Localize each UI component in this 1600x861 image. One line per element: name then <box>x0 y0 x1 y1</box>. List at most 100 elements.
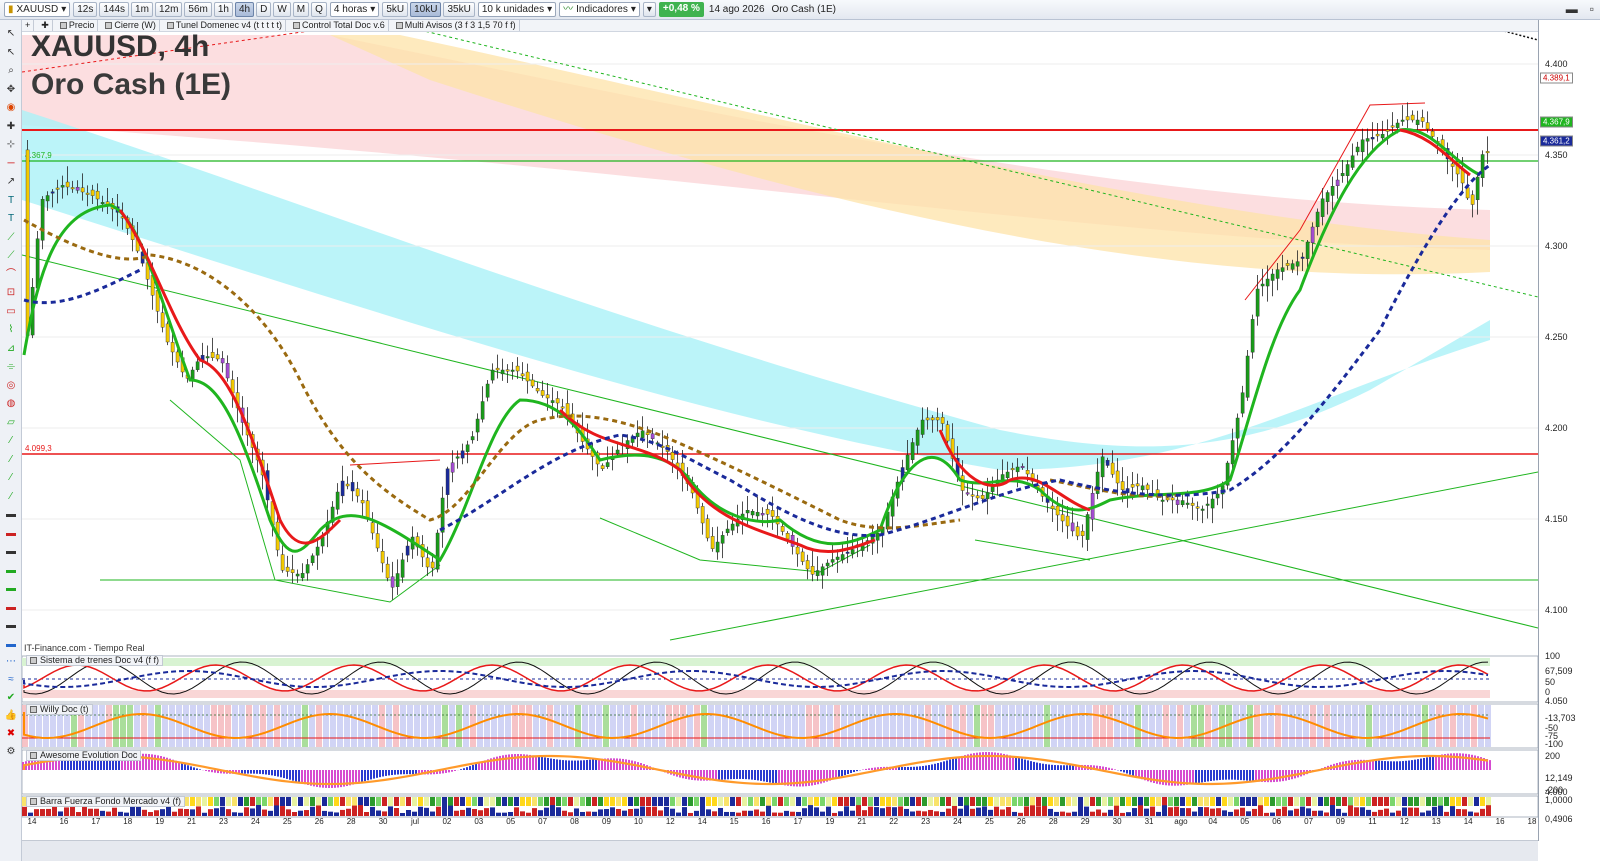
drawing-tool-icon-19[interactable]: ◎ <box>4 380 18 392</box>
candle-body <box>380 551 385 564</box>
panel-tool-icon-1[interactable]: ≈ <box>4 674 18 686</box>
drawing-tool-icon-0[interactable]: ↖ <box>4 28 18 40</box>
maximize-icon[interactable]: ▫ <box>1590 2 1594 16</box>
panel3-bar <box>1024 759 1026 770</box>
panel1-label[interactable]: Sistema de trenes Doc v4 (f f) <box>26 655 164 666</box>
drawing-tool-icon-12[interactable]: ⟋ <box>4 250 18 262</box>
drawing-tool-icon-9[interactable]: T <box>4 195 18 207</box>
drawing-tool-icon-3[interactable]: ✥ <box>4 84 18 96</box>
panel4-bar-top <box>988 797 993 806</box>
timeframe-button-9[interactable]: M <box>292 2 310 17</box>
drawing-tool-icon-33[interactable]: ▬ <box>4 639 18 651</box>
panel-tool-icon-5[interactable]: ⚙ <box>4 746 18 758</box>
drawing-tool-icon-8[interactable]: ↗ <box>4 176 18 188</box>
panel3-bar <box>982 752 984 770</box>
timeframe-button-6[interactable]: 4h <box>234 2 255 17</box>
timeframe-button-10[interactable]: Q <box>311 2 327 17</box>
candle-body <box>1195 506 1200 509</box>
panel3-bar <box>184 764 186 770</box>
drawing-tool-icon-27[interactable]: ▬ <box>4 528 18 540</box>
panel3-bar <box>571 760 573 770</box>
drawing-tool-icon-21[interactable]: ▱ <box>4 417 18 429</box>
panel-tool-icon-2[interactable]: ✔ <box>4 692 18 704</box>
panel-tool-icon-0[interactable]: ⋯ <box>4 656 18 668</box>
panel3-bar <box>364 770 366 782</box>
unit-button-1[interactable]: 10kU <box>410 2 442 17</box>
panel3-bar <box>370 770 372 780</box>
timeframe-button-8[interactable]: W <box>273 2 291 17</box>
panel4-bar-top <box>1090 797 1095 806</box>
drawing-tool-icon-13[interactable]: ⌒ <box>4 269 18 281</box>
panel4-bar-top <box>1330 797 1335 806</box>
timeframe-button-1[interactable]: 144s <box>99 2 130 17</box>
timeframe-button-5[interactable]: 1h <box>213 2 233 17</box>
extra-options-button[interactable]: ▾ <box>642 2 656 17</box>
trend-line-up[interactable] <box>669 471 1538 641</box>
date-label: 28 <box>346 817 356 826</box>
layer-item-alerts[interactable]: Multi Avisos (3 f 3 1,5 70 f f) <box>393 20 520 31</box>
drawing-tool-icon-23[interactable]: ⁄ <box>4 454 18 466</box>
panel-tool-icon-4[interactable]: ✖ <box>4 728 18 740</box>
drawing-tool-icon-29[interactable]: ▬ <box>4 565 18 577</box>
drawing-tool-icon-4[interactable]: ◉ <box>4 102 18 114</box>
date-label: 23 <box>921 817 931 826</box>
price-chart[interactable]: 4.367,94.099,3 <box>22 32 1538 840</box>
layer-item-control[interactable]: Control Total Doc v.6 <box>290 20 389 31</box>
drawing-tool-icon-30[interactable]: ▬ <box>4 583 18 595</box>
panel3-bar <box>1213 770 1215 781</box>
drawing-tool-icon-18[interactable]: ⌯ <box>4 361 18 373</box>
timeframe-button-0[interactable]: 12s <box>73 2 98 17</box>
units-select[interactable]: 10 k unidades ▾ <box>477 2 557 17</box>
drawing-tool-icon-1[interactable]: ↖ <box>4 47 18 59</box>
drawing-tool-icon-31[interactable]: ▬ <box>4 602 18 614</box>
panel4-bar-top <box>562 797 567 806</box>
drawing-tool-icon-2[interactable]: ⌕ <box>4 65 18 77</box>
trend-line-down[interactable] <box>22 254 1538 629</box>
panel4-bar-bottom <box>1468 811 1473 816</box>
horizontal-scrollbar[interactable] <box>22 840 1538 861</box>
symbol-select[interactable]: ▮ XAUUSD ▾ <box>4 2 71 17</box>
unit-button-2[interactable]: 35kU <box>443 2 475 17</box>
panel3-bar <box>814 770 816 785</box>
drawing-tool-icon-26[interactable]: ▬ <box>4 509 18 521</box>
panel3-label[interactable]: Awesome Evolution Doc <box>26 750 142 761</box>
panel3-bar <box>1399 761 1401 770</box>
panel4-bar-top <box>316 797 321 806</box>
panel4-bar-bottom <box>898 806 903 816</box>
panel-tool-icon-3[interactable]: 👍 <box>4 710 18 722</box>
drawing-tool-icon-22[interactable]: ⁄ <box>4 435 18 447</box>
timeframe-button-4[interactable]: 56m <box>184 2 212 17</box>
drawing-tool-icon-16[interactable]: ⌇ <box>4 324 18 336</box>
drawing-tool-icon-20[interactable]: ◍ <box>4 398 18 410</box>
candle-body <box>335 491 340 510</box>
drawing-tool-icon-7[interactable]: ─ <box>4 158 18 170</box>
unit-button-0[interactable]: 5kU <box>382 2 409 17</box>
candle-body <box>100 202 105 205</box>
panel4-label[interactable]: Barra Fuerza Fondo Mercado v4 (f) <box>26 796 186 807</box>
chevron-down-icon: ▾ <box>630 4 636 15</box>
panel3-bar <box>1063 765 1065 770</box>
interval-select[interactable]: 4 horas ▾ <box>329 2 380 17</box>
price-axis[interactable]: 4.5004.4504.4004.3504.3004.2504.2004.150… <box>1538 20 1600 841</box>
drawing-tool-icon-32[interactable]: ▬ <box>4 620 18 632</box>
drawing-tool-icon-6[interactable]: ⊹ <box>4 139 18 151</box>
drawing-tool-icon-10[interactable]: T <box>4 213 18 225</box>
indicators-button[interactable]: 〰 Indicadores ▾ <box>559 2 640 17</box>
projection-line[interactable] <box>1500 32 1538 41</box>
panel4-bar-bottom <box>172 811 177 816</box>
timeframe-button-7[interactable]: D <box>256 2 272 17</box>
timeframe-button-3[interactable]: 12m <box>154 2 183 17</box>
panel4-bar-bottom <box>424 807 429 816</box>
drawing-tool-icon-11[interactable]: ⟋ <box>4 232 18 244</box>
minimize-icon[interactable]: ▬ <box>1566 2 1578 16</box>
date-label: 12 <box>665 817 675 826</box>
panel2-label[interactable]: Willy Doc (t) <box>26 704 93 715</box>
drawing-tool-icon-24[interactable]: ⁄ <box>4 472 18 484</box>
drawing-tool-icon-17[interactable]: ⊿ <box>4 343 18 355</box>
drawing-tool-icon-28[interactable]: ▬ <box>4 546 18 558</box>
drawing-tool-icon-14[interactable]: ⊡ <box>4 287 18 299</box>
drawing-tool-icon-15[interactable]: ▭ <box>4 306 18 318</box>
drawing-tool-icon-25[interactable]: ⁄ <box>4 491 18 503</box>
drawing-tool-icon-5[interactable]: ✚ <box>4 121 18 133</box>
timeframe-button-2[interactable]: 1m <box>131 2 153 17</box>
